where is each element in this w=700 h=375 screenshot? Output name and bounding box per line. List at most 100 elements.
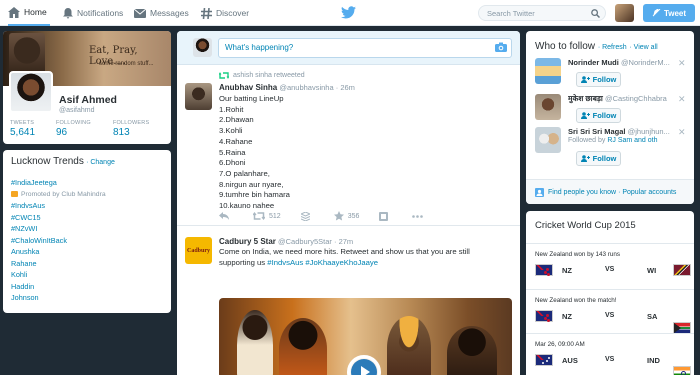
twitter-bird-icon[interactable]	[341, 6, 356, 19]
retweet-icon	[219, 72, 229, 79]
dismiss-suggestion-icon[interactable]: ✕	[678, 127, 686, 138]
stack-button[interactable]	[300, 211, 314, 221]
share-button[interactable]	[379, 211, 392, 221]
follow-button[interactable]: Follow	[576, 151, 621, 166]
trend-item[interactable]: #IndvsAus	[11, 200, 163, 212]
suggested-user-avatar[interactable]	[535, 58, 561, 84]
add-user-icon	[580, 112, 590, 119]
tweet-text-line: 6.Dhoni	[219, 158, 246, 168]
tweet-hashtags[interactable]: #IndvsAus #JoKhaayeKhoJaaye	[267, 258, 378, 267]
cricket-panel-title[interactable]: Cricket World Cup 2015	[535, 220, 636, 231]
match-card[interactable]: New Zealand won the match! NZ VS SA	[526, 289, 694, 334]
match-card[interactable]: Mar 26, 09:00 AM AUS VS IND	[526, 333, 694, 375]
followed-by-names[interactable]: RJ Sam and oth	[607, 137, 657, 144]
retweet-context: ashish sinha retweeted	[219, 72, 305, 79]
stat-following-label: FOLLOWING	[56, 120, 91, 126]
tweet-text-line: 5.Raina	[219, 147, 246, 157]
dismiss-suggestion-icon[interactable]: ✕	[678, 94, 686, 105]
follow-button[interactable]: Follow	[576, 108, 621, 123]
tweet-button[interactable]: Tweet	[643, 4, 695, 22]
nav-messages[interactable]: Messages	[134, 0, 189, 26]
profile-handle[interactable]: @asifahmd	[59, 107, 95, 114]
match-teams: NZ VS WI	[535, 264, 691, 278]
nav-home[interactable]: Home	[8, 0, 50, 26]
stat-following[interactable]: FOLLOWING 96	[56, 120, 91, 138]
more-dots-icon	[412, 214, 424, 218]
stat-tweets[interactable]: TWEETS 5,641	[10, 120, 35, 138]
tweet-text-prefix: supporting us	[219, 257, 268, 267]
trend-item[interactable]: Rahane	[11, 258, 163, 270]
search-input[interactable]: Search Twitter	[478, 5, 606, 21]
match-card[interactable]: New Zealand won by 143 runs NZ VS WI	[526, 243, 694, 289]
reply-button[interactable]	[219, 212, 233, 220]
tweet-author-handle[interactable]: @Cadbury5Star	[278, 237, 332, 246]
suggested-user-name-line[interactable]: Norinder Mudi @NorinderM...	[568, 58, 688, 67]
suggested-user-avatar[interactable]	[535, 127, 561, 153]
search-icon[interactable]	[591, 9, 600, 18]
favorite-button[interactable]: 356	[333, 211, 360, 221]
tweet-author-handle[interactable]: @anubhavsinha	[279, 83, 333, 92]
compose-input[interactable]: What's happening?	[218, 38, 512, 58]
west-indies-flag-icon	[673, 264, 691, 276]
tweet-avatar[interactable]	[185, 83, 212, 110]
tweet[interactable]: Cadbury Cadbury 5 Star @Cadbury5Star · 2…	[177, 227, 520, 375]
nav-notifications-label: Notifications	[77, 8, 124, 18]
profile-avatar[interactable]	[9, 71, 53, 113]
more-button[interactable]	[412, 214, 427, 218]
trend-item[interactable]: #NZvWI	[11, 223, 163, 235]
tweet-header: Cadbury 5 Star @Cadbury5Star · 27m	[219, 237, 353, 246]
team1-code: NZ	[562, 266, 572, 275]
share-icon	[379, 211, 389, 221]
profile-name[interactable]: Asif Ahmed	[59, 94, 117, 106]
trend-item[interactable]: #CWC15	[11, 212, 163, 224]
account-avatar[interactable]	[615, 4, 634, 22]
versus-label: VS	[605, 312, 615, 319]
home-icon	[8, 6, 20, 18]
profile-card: Eat, Pray, Love.... some random stuff...…	[3, 31, 171, 144]
stat-followers[interactable]: FOLLOWERS 813	[113, 120, 149, 138]
tweet-time[interactable]: · 27m	[334, 237, 353, 246]
match-status: Mar 26, 09:00 AM	[535, 341, 585, 348]
suggested-user-name-line[interactable]: Sri Sri Sri Magal @jhunjhun...	[568, 127, 688, 136]
popular-accounts-link[interactable]: · Popular accounts	[618, 189, 676, 196]
retweet-context-text: ashish sinha retweeted	[233, 72, 305, 79]
star-icon	[333, 211, 344, 221]
suggested-user-handle: @CastingChhabra	[604, 94, 667, 103]
play-button[interactable]	[347, 355, 381, 375]
nav-discover[interactable]: Discover	[201, 0, 249, 26]
camera-icon[interactable]	[495, 42, 507, 52]
tweet-video[interactable]	[219, 298, 512, 375]
trend-item[interactable]: Johnson	[11, 292, 163, 304]
tweet[interactable]: ashish sinha retweeted Anubhav Sinha @an…	[177, 66, 520, 226]
tweet-author-name[interactable]: Cadbury 5 Star	[219, 237, 276, 246]
tweet-avatar[interactable]: Cadbury	[185, 237, 212, 264]
favorite-count: 356	[347, 212, 360, 220]
compose-avatar	[193, 38, 212, 57]
trend-item[interactable]: #ChaloWinItBack	[11, 235, 163, 247]
tweet-time[interactable]: · 26m	[336, 83, 355, 92]
refresh-link[interactable]: · Refresh	[598, 44, 627, 51]
trend-item[interactable]: Kohli	[11, 269, 163, 281]
india-flag-icon	[673, 366, 691, 375]
suggested-user-name-line[interactable]: मुकेश छाबड़ा @CastingChhabra	[568, 94, 688, 104]
dismiss-suggestion-icon[interactable]: ✕	[678, 58, 686, 69]
tweet-text-line: supporting us #IndvsAus #JoKhaayeKhoJaay…	[219, 258, 515, 269]
suggested-user-avatar[interactable]	[535, 94, 561, 120]
trend-item[interactable]: Anushka	[11, 246, 163, 258]
suggested-user-name: Norinder Mudi	[568, 58, 619, 67]
reply-icon	[219, 212, 229, 220]
nav-notifications[interactable]: Notifications	[63, 0, 123, 26]
follow-button[interactable]: Follow	[576, 72, 621, 87]
find-people-link[interactable]: Find people you know	[548, 189, 616, 196]
trend-item[interactable]: #IndiaJeetega	[11, 177, 163, 189]
tweet-text-line: 8.nirgun aur nyare,	[219, 179, 284, 189]
tweet-text-line: Our batting LineUp	[219, 94, 284, 103]
view-all-link[interactable]: · View all	[629, 44, 657, 51]
match-status: New Zealand won by 143 runs	[535, 251, 621, 258]
new-zealand-flag-icon	[535, 310, 553, 322]
trend-item[interactable]: Haddin	[11, 281, 163, 293]
trends-change-link[interactable]: · Change	[86, 159, 115, 166]
stat-followers-label: FOLLOWERS	[113, 120, 150, 126]
retweet-button[interactable]: 512	[253, 212, 281, 220]
tweet-author-name[interactable]: Anubhav Sinha	[219, 83, 277, 92]
